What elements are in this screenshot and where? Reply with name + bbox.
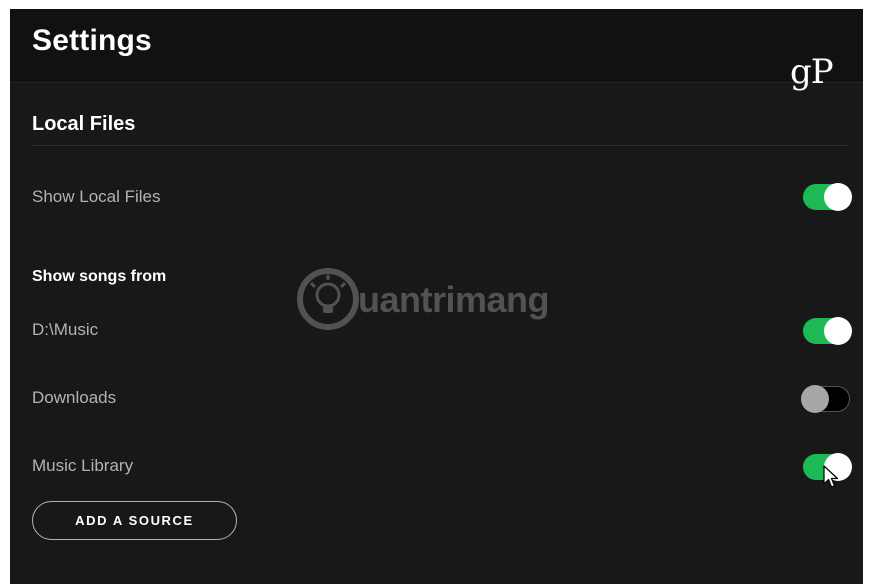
show-local-files-label: Show Local Files <box>32 187 161 206</box>
lightbulb-icon <box>297 268 359 330</box>
toggle-knob <box>824 183 852 211</box>
show-songs-from-header: Show songs from <box>32 268 167 285</box>
watermark-text: uantrimang <box>358 279 550 320</box>
source-label-music: D:\Music <box>32 320 99 339</box>
brand-logo: gP <box>790 52 834 92</box>
page-title: Settings <box>32 24 152 57</box>
mouse-pointer-icon <box>823 465 839 488</box>
source-label-downloads: Downloads <box>32 388 117 407</box>
settings-header: Settings gP <box>10 9 863 92</box>
source-toggle-music[interactable] <box>803 317 852 345</box>
settings-window: Settings gP Local Files Show Local Files… <box>10 9 863 584</box>
toggle-knob <box>824 317 852 345</box>
source-label-music-library: Music Library <box>32 456 134 475</box>
add-source-button[interactable]: ADD A SOURCE <box>32 501 237 540</box>
watermark: uantrimang <box>296 265 606 335</box>
show-local-files-toggle[interactable] <box>803 183 852 211</box>
section-divider <box>32 145 848 146</box>
source-toggle-downloads[interactable] <box>801 385 850 413</box>
section-title-local-files: Local Files <box>32 113 136 135</box>
toggle-knob <box>801 385 829 413</box>
